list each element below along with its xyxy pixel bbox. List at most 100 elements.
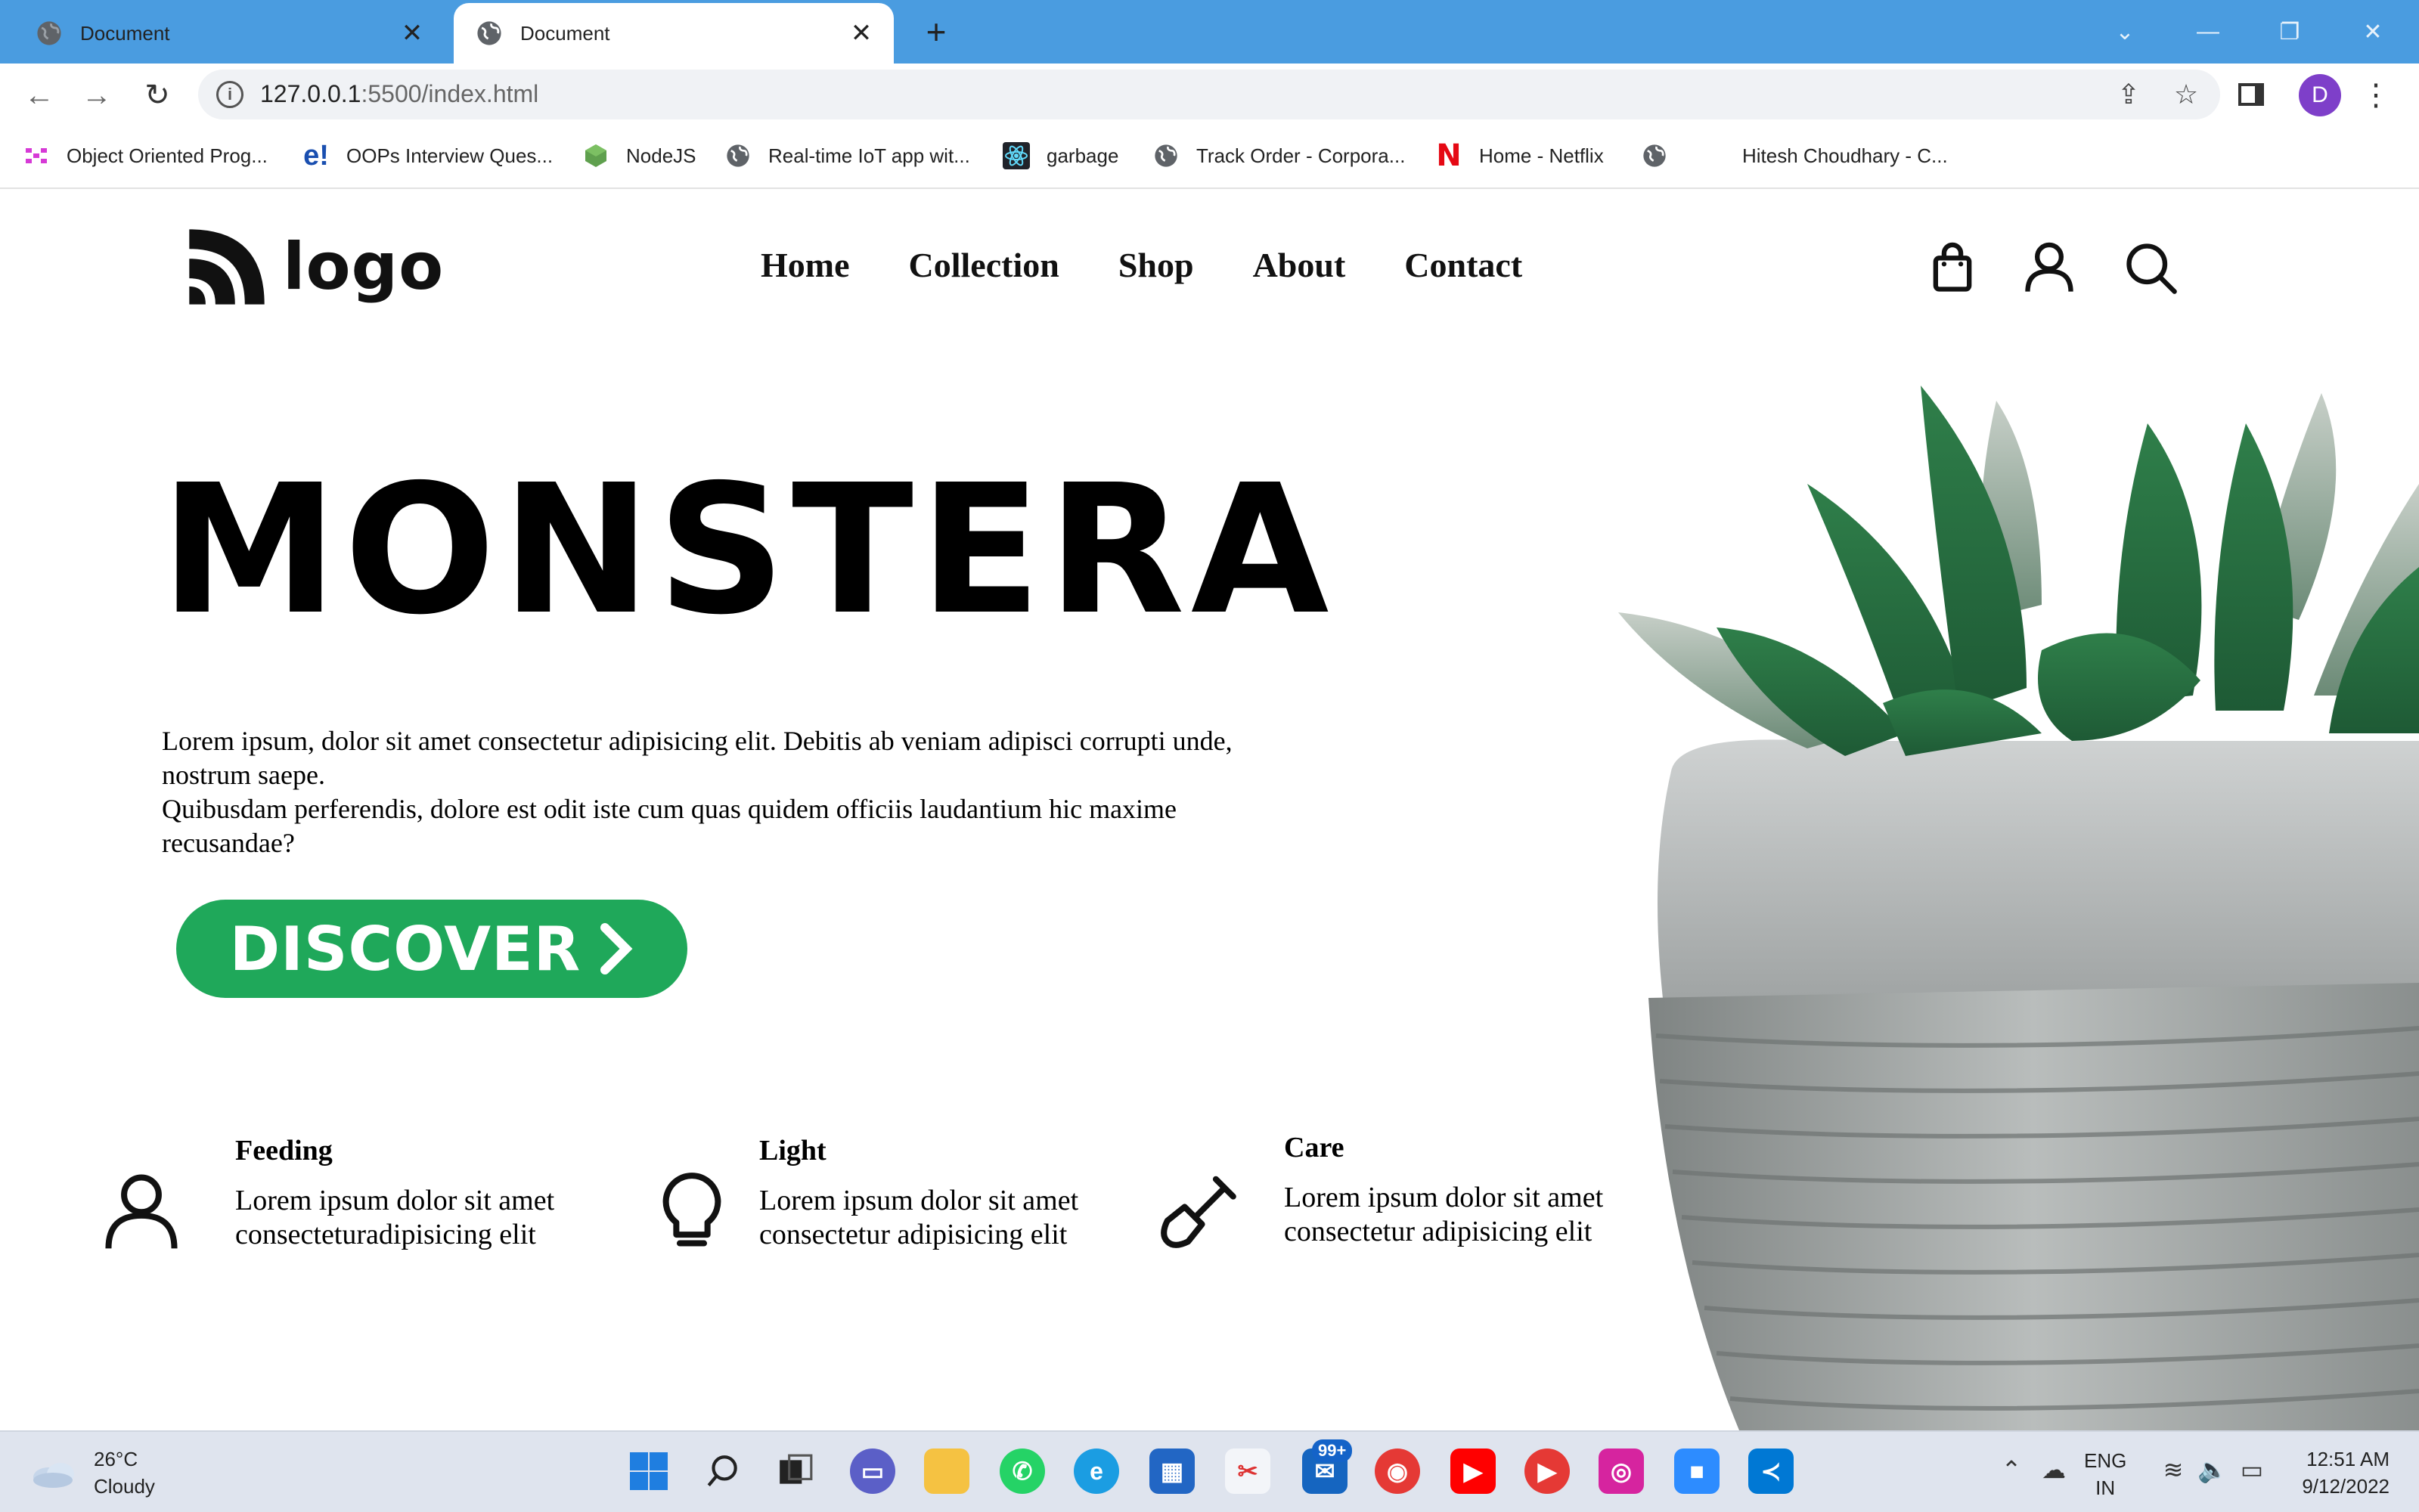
language-indicator[interactable]: ENG IN (2084, 1447, 2126, 1501)
bookmark-label: NodeJS (626, 144, 696, 167)
bookmark-star-icon[interactable]: ☆ (2169, 77, 2203, 112)
shopping-bag-icon[interactable] (1924, 239, 1981, 296)
forward-button[interactable]: → (76, 74, 118, 116)
side-panel-icon[interactable] (2238, 83, 2264, 106)
clock[interactable]: 12:51 AM 9/12/2022 (2261, 1445, 2390, 1500)
file-explorer-icon[interactable] (924, 1448, 969, 1494)
share-icon[interactable]: ⇪ (2111, 77, 2146, 112)
globe-icon (1641, 142, 1668, 169)
tab-search-chevron-icon[interactable]: ⌄ (2102, 11, 2148, 53)
task-view-icon[interactable] (773, 1448, 818, 1494)
bookmarks-bar: Object Oriented Prog... e! OOPs Intervie… (0, 125, 2419, 189)
globe-icon (724, 142, 752, 169)
tab-title: Document (520, 21, 610, 45)
nav-collection[interactable]: Collection (909, 245, 1059, 285)
site-logo[interactable]: logo (186, 225, 444, 308)
bookmark-item[interactable] (1641, 139, 1685, 172)
region-code: IN (2095, 1476, 2116, 1499)
bookmark-item[interactable]: Object Oriented Prog... (23, 139, 268, 172)
nav-contact[interactable]: Contact (1404, 245, 1522, 285)
instagram-icon[interactable]: ◎ (1599, 1448, 1644, 1494)
nav-shop[interactable]: Shop (1118, 245, 1194, 285)
bookmark-label: Track Order - Corpora... (1196, 144, 1406, 167)
whatsapp-icon[interactable]: ✆ (1000, 1448, 1045, 1494)
discover-label: DISCOVER (229, 913, 581, 984)
chat-icon[interactable]: ▭ (850, 1448, 895, 1494)
new-tab-button[interactable]: + (915, 11, 957, 53)
bookmark-item[interactable]: NodeJS (582, 139, 696, 172)
bookmark-item[interactable]: e! OOPs Interview Ques... (302, 139, 553, 172)
clock-time: 12:51 AM (2306, 1448, 2390, 1470)
bookmark-item[interactable]: Hitesh Choudhary - C... (1742, 139, 1948, 172)
reload-button[interactable]: ↻ (136, 74, 178, 116)
weather-widget[interactable]: 26°C Cloudy (30, 1445, 155, 1500)
omnibox[interactable]: i 127.0.0.1:5500/index.html ⇪ ☆ (198, 70, 2220, 119)
bookmark-item[interactable]: N Home - Netflix (1435, 138, 1604, 173)
url-path: :5500/index.html (361, 80, 539, 107)
globe-icon (477, 21, 501, 45)
onedrive-icon[interactable]: ☁ (2039, 1455, 2069, 1485)
bookmark-label: Hitesh Choudhary - C... (1742, 144, 1948, 167)
logo-mark-icon (189, 229, 265, 305)
edge-icon[interactable]: e (1074, 1448, 1119, 1494)
nav-home[interactable]: Home (761, 245, 850, 285)
tab-bar: Document ✕ Document ✕ + ⌄ — ❐ ✕ (0, 0, 2419, 64)
site-info-icon[interactable]: i (216, 81, 243, 108)
hero-paragraph-line1: Lorem ipsum, dolor sit amet consectetur … (162, 726, 1233, 790)
hero-title: MONSTERA (160, 446, 1335, 654)
chrome-icon[interactable]: ◉ (1375, 1448, 1420, 1494)
store-icon[interactable]: ▦ (1149, 1448, 1195, 1494)
feature-text: Lorem ipsum dolor sit amet consectetur a… (759, 1185, 1079, 1250)
windows-start-icon[interactable] (626, 1448, 671, 1494)
nav-about[interactable]: About (1253, 245, 1346, 285)
succulent-pot-image (1618, 386, 2419, 1430)
language-code: ENG (2084, 1449, 2127, 1472)
close-tab-icon[interactable]: ✕ (842, 14, 880, 52)
main-nav: Home Collection Shop About Contact (761, 245, 1522, 285)
restore-button[interactable]: ❐ (2267, 11, 2312, 53)
windows-taskbar: 26°C Cloudy ▭ ✆ e ▦ ✂ ✉ 99+ ◉ ▶ ▶ ◎ ■ ≺ … (0, 1430, 2419, 1512)
back-button[interactable]: ← (18, 74, 60, 116)
netflix-icon: N (1436, 138, 1462, 173)
close-tab-icon[interactable]: ✕ (393, 14, 431, 52)
react-icon (1003, 142, 1030, 169)
search-icon[interactable] (700, 1448, 746, 1494)
close-window-button[interactable]: ✕ (2350, 11, 2396, 53)
address-bar-row: ← → ↻ i 127.0.0.1:5500/index.html ⇪ ☆ D … (0, 64, 2419, 125)
feature-title: Light (759, 1135, 826, 1167)
tab-document-inactive[interactable]: Document ✕ (14, 3, 445, 64)
search-icon[interactable] (2122, 239, 2179, 296)
notification-badge: 99+ (1312, 1439, 1353, 1462)
user-account-icon[interactable] (2020, 239, 2078, 296)
e-logo-icon: e! (303, 139, 329, 172)
bookmark-label: OOPs Interview Ques... (346, 144, 554, 167)
menu-dots-icon[interactable]: ⋮ (2361, 74, 2391, 116)
chevron-up-icon[interactable]: ⌃ (1996, 1455, 2027, 1485)
shovel-icon (1161, 1176, 1236, 1248)
volume-icon[interactable]: 🔈 (2197, 1455, 2228, 1485)
profile-avatar[interactable]: D (2299, 74, 2341, 116)
hero-paragraph: Lorem ipsum, dolor sit amet consectetur … (162, 724, 1296, 860)
clock-date: 9/12/2022 (2302, 1475, 2390, 1498)
vscode-icon[interactable]: ≺ (1748, 1448, 1794, 1494)
wifi-icon[interactable]: ≋ (2158, 1455, 2188, 1485)
bookmark-item[interactable]: garbage (1003, 139, 1118, 172)
weather-temp: 26°C (94, 1448, 138, 1470)
tab-title: Document (80, 21, 170, 45)
bookmark-label: Object Oriented Prog... (67, 144, 268, 167)
bookmark-label: Real-time IoT app wit... (768, 144, 970, 167)
discover-button[interactable]: DISCOVER (176, 900, 687, 998)
url-text[interactable]: 127.0.0.1:5500/index.html (260, 80, 538, 108)
bookmark-item[interactable]: Track Order - Corpora... (1152, 139, 1405, 172)
feature-text: Lorem ipsum dolor sit amet consecteturad… (235, 1185, 555, 1250)
logo-text: logo (283, 229, 445, 305)
tab-document-active[interactable]: Document ✕ (454, 3, 894, 64)
bookmark-label: Home - Netflix (1479, 144, 1604, 167)
bookmark-label: garbage (1047, 144, 1119, 167)
minimize-button[interactable]: — (2185, 11, 2231, 53)
youtube-icon[interactable]: ▶ (1450, 1448, 1496, 1494)
zoom-icon[interactable]: ■ (1674, 1448, 1720, 1494)
snipping-tool-icon[interactable]: ✂ (1225, 1448, 1270, 1494)
bookmark-item[interactable]: Real-time IoT app wit... (724, 139, 970, 172)
youtube-music-icon[interactable]: ▶ (1524, 1448, 1570, 1494)
